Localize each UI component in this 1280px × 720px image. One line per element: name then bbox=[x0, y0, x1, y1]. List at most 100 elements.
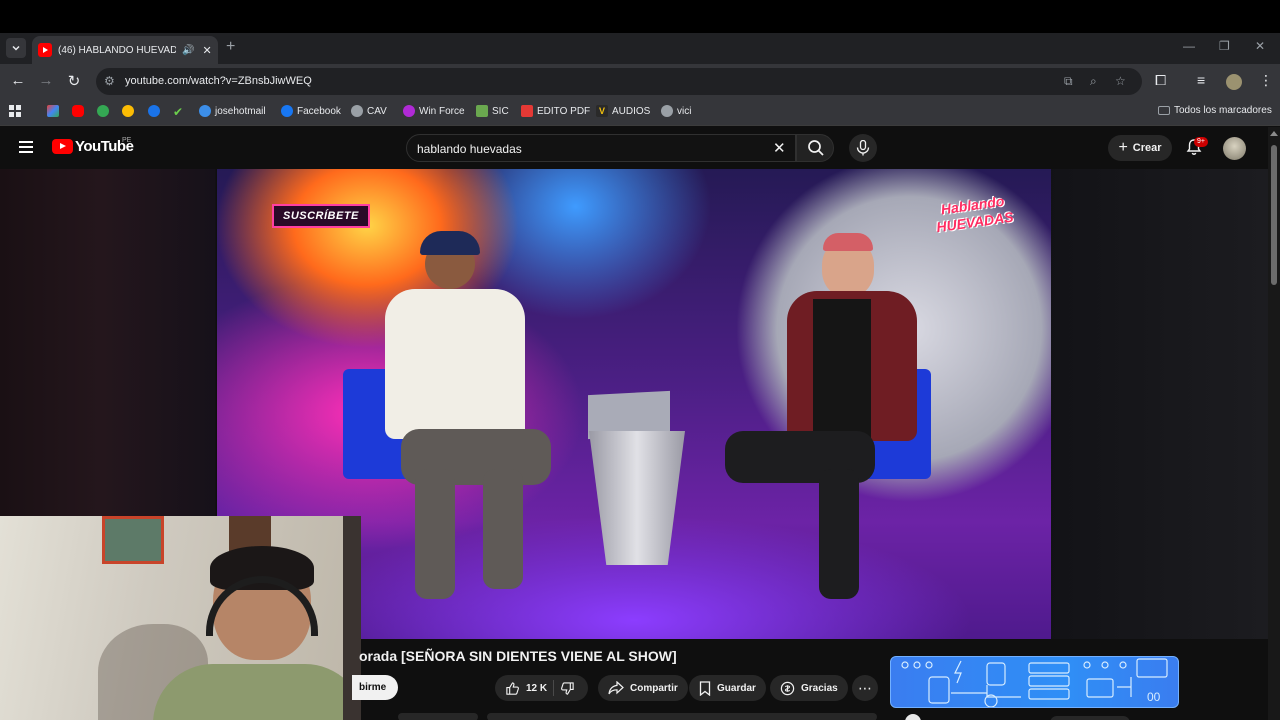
zoom-icon[interactable]: ⌕ bbox=[1090, 74, 1097, 89]
bookmark-josehotmail[interactable]: josehotmail bbox=[199, 105, 266, 117]
reload-icon[interactable]: ↻ bbox=[64, 72, 84, 90]
profile-avatar[interactable] bbox=[1226, 74, 1242, 90]
tab-title: (46) HABLANDO HUEVADA bbox=[58, 44, 176, 56]
clear-search-icon[interactable]: ✕ bbox=[773, 139, 786, 157]
create-label: Crear bbox=[1132, 142, 1162, 154]
winforce-icon bbox=[403, 105, 415, 117]
maps-bookmark-icon[interactable] bbox=[97, 105, 109, 117]
country-code: PE bbox=[122, 137, 132, 144]
tab-search-button[interactable] bbox=[6, 38, 26, 58]
browser-tab-bar: (46) HABLANDO HUEVADA 🔊 ✕ + — ❐ ✕ bbox=[0, 33, 1280, 64]
v-icon: V bbox=[596, 105, 608, 117]
scroll-up-arrow-icon[interactable] bbox=[1270, 131, 1278, 136]
wall-picture bbox=[102, 516, 164, 564]
left-host-shin-2 bbox=[483, 469, 523, 589]
pdf-icon bbox=[521, 105, 533, 117]
youtube-logo-icon[interactable] bbox=[52, 139, 73, 154]
hamburger-menu-icon[interactable] bbox=[19, 141, 33, 153]
bookmark-vici[interactable]: vici bbox=[661, 105, 691, 117]
globe-icon bbox=[661, 105, 673, 117]
sidebar-ad-banner[interactable]: 00 bbox=[890, 656, 1179, 708]
thanks-button[interactable]: Gracias bbox=[770, 675, 848, 701]
thanks-label: Gracias bbox=[801, 682, 838, 694]
minimize-icon[interactable]: — bbox=[1183, 39, 1195, 53]
thumbs-down-icon[interactable] bbox=[560, 681, 575, 696]
youtube-favicon-icon bbox=[38, 43, 52, 57]
svg-text:00: 00 bbox=[1147, 690, 1161, 704]
kebab-menu-icon[interactable]: ⋮ bbox=[1259, 72, 1273, 89]
more-actions-button[interactable]: ⋯ bbox=[852, 675, 878, 701]
top-black-strip bbox=[0, 0, 1280, 33]
super-thanks-icon bbox=[780, 681, 795, 695]
install-app-icon[interactable]: ⧉ bbox=[1064, 74, 1073, 89]
like-count[interactable]: 12 K bbox=[526, 683, 547, 694]
left-host-shirt bbox=[385, 289, 525, 439]
chrome-bookmark-icon[interactable] bbox=[148, 105, 160, 117]
globe-icon bbox=[351, 105, 363, 117]
all-bookmarks-folder[interactable]: Todos los marcadores bbox=[1158, 105, 1272, 116]
globe-icon bbox=[199, 105, 211, 117]
bookmark-sic[interactable]: SIC bbox=[476, 105, 509, 117]
page-scrollbar[interactable] bbox=[1268, 127, 1280, 720]
chevron-down-icon bbox=[12, 45, 20, 51]
window-close-icon[interactable]: ✕ bbox=[1255, 39, 1265, 53]
search-input[interactable]: hablando huevadas ✕ bbox=[406, 134, 796, 162]
chip-button[interactable] bbox=[1050, 716, 1130, 720]
create-button[interactable]: + Crear bbox=[1108, 135, 1172, 161]
save-button[interactable]: Guardar bbox=[689, 675, 766, 701]
check-bookmark-icon[interactable]: ✔ bbox=[173, 105, 183, 119]
bookmark-audios[interactable]: V AUDIOS bbox=[596, 105, 650, 117]
right-host-shin bbox=[819, 469, 859, 599]
webcam-overlay bbox=[0, 516, 361, 720]
bookmark-edito-pdf[interactable]: EDITO PDF bbox=[521, 105, 590, 117]
subscribe-overlay-tag: SUSCRÍBETE bbox=[272, 204, 370, 228]
voice-search-button[interactable] bbox=[849, 134, 877, 162]
bookmark-winforce[interactable]: Win Force bbox=[403, 105, 465, 117]
active-tab[interactable]: (46) HABLANDO HUEVADA 🔊 ✕ bbox=[32, 36, 218, 64]
microphone-icon bbox=[856, 140, 870, 156]
apps-grid-icon[interactable] bbox=[9, 105, 21, 117]
tab-close-icon[interactable]: ✕ bbox=[202, 44, 211, 57]
url-text: youtube.com/watch?v=ZBnsbJiwWEQ bbox=[125, 75, 312, 87]
restore-icon[interactable]: ❐ bbox=[1219, 39, 1230, 53]
extensions-icon[interactable]: ⧠ bbox=[1155, 72, 1166, 89]
next-section-row bbox=[880, 710, 1160, 720]
address-bar[interactable]: ⚙ youtube.com/watch?v=ZBnsbJiwWEQ ⧉ ⌕ ☆ bbox=[96, 68, 1142, 95]
streamer-shirt bbox=[153, 664, 361, 720]
like-dislike-group: 12 K bbox=[495, 675, 588, 701]
share-button[interactable]: Compartir bbox=[598, 675, 688, 701]
share-arrow-icon bbox=[608, 681, 624, 695]
thumbs-up-icon[interactable] bbox=[505, 681, 520, 696]
browser-toolbar: ← → ↻ ⚙ youtube.com/watch?v=ZBnsbJiwWEQ … bbox=[0, 64, 1280, 99]
right-host-hair bbox=[823, 233, 873, 251]
back-arrow-icon[interactable]: ← bbox=[8, 72, 28, 89]
bookmark-cav[interactable]: CAV bbox=[351, 105, 387, 117]
bookmark-icon bbox=[699, 680, 711, 696]
gmail-bookmark-icon[interactable] bbox=[47, 105, 59, 117]
right-host-shirt bbox=[813, 299, 871, 439]
sic-icon bbox=[476, 105, 488, 117]
like-divider bbox=[553, 680, 555, 696]
search-button[interactable] bbox=[796, 134, 834, 162]
bookmark-star-icon[interactable]: ☆ bbox=[1115, 74, 1126, 88]
show-logo: Hablando HUEVADAS bbox=[933, 192, 1015, 236]
speaker-icon[interactable]: 🔊 bbox=[182, 45, 194, 56]
youtube-bookmark-icon[interactable] bbox=[72, 105, 84, 117]
facebook-icon bbox=[281, 105, 293, 117]
subscribe-button[interactable]: birme bbox=[352, 675, 398, 700]
account-avatar[interactable] bbox=[1223, 137, 1246, 160]
center-table bbox=[589, 431, 685, 565]
bookmark-facebook[interactable]: Facebook bbox=[281, 105, 341, 117]
scroll-thumb[interactable] bbox=[1271, 145, 1277, 285]
plus-icon: + bbox=[1118, 139, 1128, 156]
site-info-icon[interactable]: ⚙ bbox=[104, 74, 115, 88]
search-query-text: hablando huevadas bbox=[417, 142, 522, 156]
media-control-icon[interactable]: ≡ bbox=[1197, 72, 1205, 88]
drive-bookmark-icon[interactable] bbox=[122, 105, 134, 117]
channel-avatar[interactable] bbox=[905, 714, 921, 720]
forward-arrow-icon[interactable]: → bbox=[36, 72, 56, 89]
description-preview bbox=[398, 713, 478, 720]
video-title: orada [SEÑORA SIN DIENTES VIENE AL SHOW] bbox=[359, 648, 677, 664]
new-tab-icon[interactable]: + bbox=[226, 38, 235, 56]
notification-badge: 9+ bbox=[1194, 137, 1208, 147]
